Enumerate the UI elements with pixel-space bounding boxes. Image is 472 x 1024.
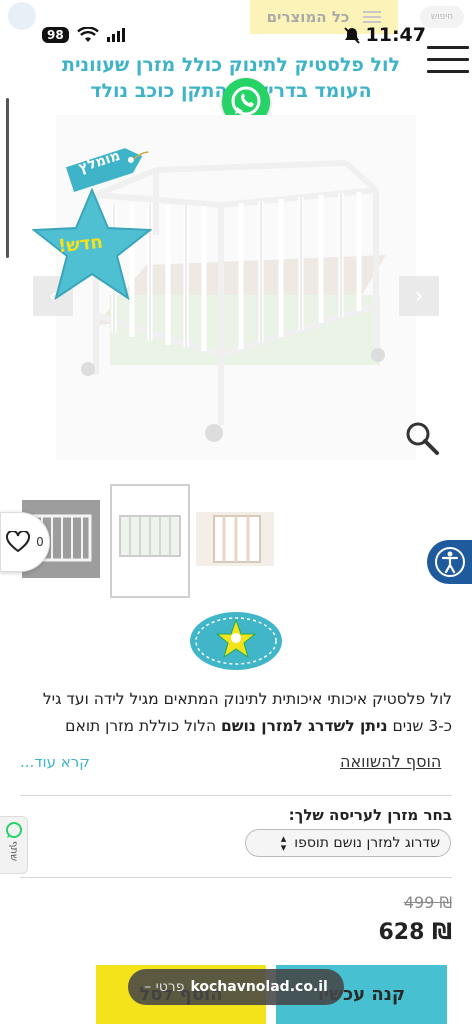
url-subtitle: – פרטי	[144, 979, 185, 995]
signal-icon	[106, 28, 125, 42]
bell-muted-icon	[343, 26, 360, 44]
gallery-next-button[interactable]: ›	[399, 276, 439, 316]
add-to-compare-link[interactable]: הוסף להשוואה	[340, 752, 441, 771]
thumbnail-image	[213, 515, 261, 563]
new-badge: חדש!	[31, 187, 153, 304]
chevron-right-icon: ›	[414, 283, 424, 309]
thumbnail-image	[119, 515, 181, 557]
description-line-1: לול פלסטיק איכותי איכותית לתינוק המתאים …	[42, 690, 452, 708]
url-domain: kochavnolad.co.il	[190, 979, 328, 995]
product-description: לול פלסטיק איכותי איכותית לתינוק המתאים …	[20, 686, 452, 740]
battery-indicator: 98	[42, 27, 69, 43]
heart-icon	[6, 531, 31, 553]
magnifier-icon	[406, 422, 439, 455]
status-left: 98	[42, 27, 127, 43]
mattress-option-select[interactable]: שדרוג למזרן נושם תוספו ▴ ▾	[245, 829, 451, 857]
mattress-option-value: שדרוג למזרן נושם תוספו	[294, 835, 440, 851]
browser-url-pill[interactable]: – פרטי kochavnolad.co.il	[128, 969, 344, 1005]
share-label: שתף	[8, 841, 19, 862]
menu-icon	[363, 11, 382, 23]
main-menu-button[interactable]	[427, 46, 469, 73]
page-scroll-indicator	[6, 98, 9, 258]
divider	[20, 877, 452, 878]
search-button[interactable]: חיפוש	[420, 6, 464, 28]
site-logo-faint[interactable]	[8, 2, 36, 30]
all-products-label: כל המוצרים	[266, 8, 350, 26]
zoom-button[interactable]	[404, 420, 440, 460]
old-price: ₪ 499	[403, 893, 452, 912]
current-price: ₪ 628	[378, 920, 453, 945]
description-line-2: כ-3 שנים ניתן לשדרג למזרן נושם הלול כולל…	[65, 717, 452, 735]
description-highlight: ניתן לשדרג למזרן נושם	[221, 717, 388, 735]
accessibility-icon	[434, 547, 465, 577]
select-updown-icon: ▴ ▾	[280, 832, 287, 854]
accessibility-button[interactable]	[427, 540, 472, 584]
clock: 11:47	[365, 24, 426, 46]
wifi-icon	[76, 27, 99, 42]
search-hint: חיפוש	[430, 12, 454, 22]
whatsapp-icon	[5, 822, 22, 838]
wishlist-count: 0	[36, 535, 44, 549]
read-more-link[interactable]: קרא עוד...	[20, 753, 90, 771]
status-right: 11:47	[343, 24, 426, 46]
mattress-option-label: בחר מזרן לעריסה שלך:	[288, 806, 452, 824]
brand-logo	[188, 610, 284, 676]
divider	[20, 795, 452, 796]
share-button[interactable]: שתף	[0, 816, 28, 874]
thumbnail-2-selected[interactable]	[110, 484, 190, 598]
thumbnail-1[interactable]	[196, 512, 274, 566]
kochav-nolad-logo	[190, 612, 282, 670]
